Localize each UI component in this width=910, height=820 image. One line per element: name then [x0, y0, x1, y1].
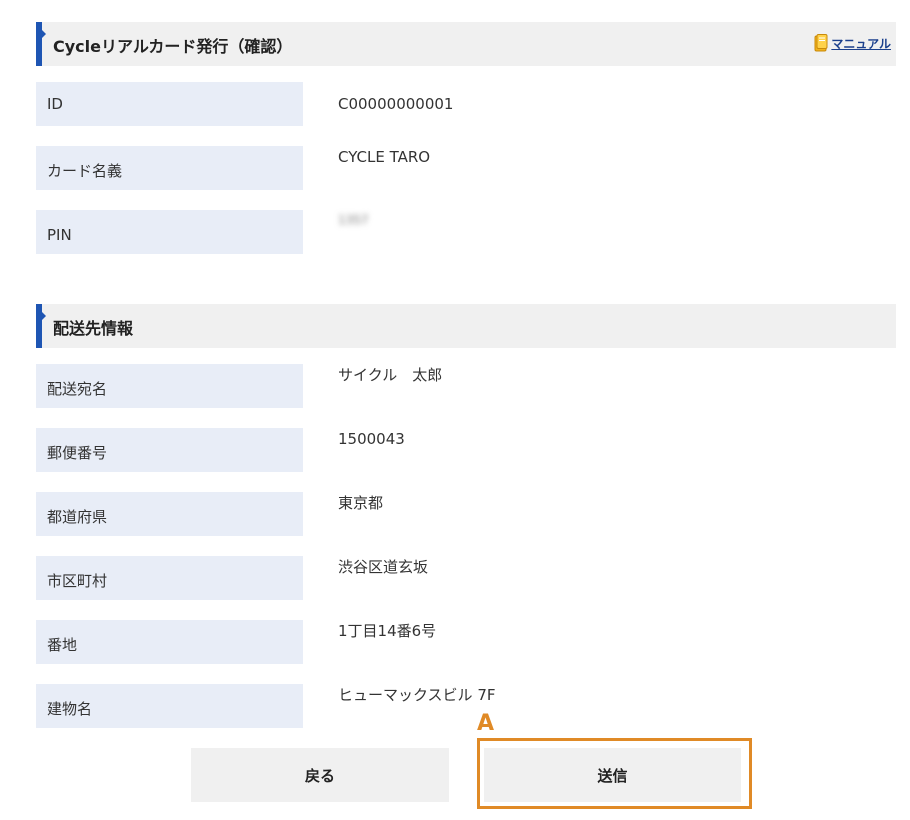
shipping-row-building: 建物名 ヒューマックスビル 7F [36, 684, 896, 728]
annotation-label: A [477, 711, 495, 736]
row-value: 1丁目14番6号 [338, 622, 437, 640]
row-value: 1500043 [338, 430, 405, 448]
row-label: 都道府県 [36, 492, 303, 536]
row-label: カード名義 [36, 146, 303, 190]
row-value: CYCLE TARO [338, 148, 431, 166]
row-value: 東京都 [338, 494, 384, 512]
manual-link[interactable]: マニュアル [814, 34, 891, 52]
shipping-section-title: 配送先情報 [53, 319, 134, 338]
pin-value-masked: 1357 [338, 213, 369, 227]
info-row-id: ID C00000000001 [36, 82, 896, 126]
row-label: 建物名 [36, 684, 303, 728]
row-label: ID [36, 82, 303, 126]
info-row-pin: PIN 1357 [36, 210, 896, 254]
back-button[interactable]: 戻る [191, 748, 449, 802]
shipping-row-recipient: 配送宛名 サイクル 太郎 [36, 364, 896, 408]
row-label: 市区町村 [36, 556, 303, 600]
card-section-header: Cycleリアルカード発行（確認） マニュアル [36, 22, 896, 66]
row-value: C00000000001 [338, 95, 454, 113]
page: Cycleリアルカード発行（確認） マニュアル ID C00000000001 … [0, 0, 910, 820]
annotation-highlight-box [477, 738, 752, 809]
row-value: ヒューマックスビル 7F [338, 686, 496, 704]
shipping-section-header: 配送先情報 [36, 304, 896, 348]
row-label: PIN [36, 210, 303, 254]
row-label: 番地 [36, 620, 303, 664]
info-row-card-name: カード名義 CYCLE TARO [36, 146, 896, 190]
row-label: 郵便番号 [36, 428, 303, 472]
section-accent-bar [36, 304, 46, 348]
section-accent-bar [36, 22, 46, 66]
manual-book-icon [814, 34, 828, 52]
shipping-row-postal-code: 郵便番号 1500043 [36, 428, 896, 472]
manual-link-label: マニュアル [831, 36, 891, 51]
shipping-row-prefecture: 都道府県 東京都 [36, 492, 896, 536]
card-section-title: Cycleリアルカード発行（確認） [53, 37, 293, 56]
row-value: サイクル 太郎 [338, 366, 443, 384]
shipping-row-city: 市区町村 渋谷区道玄坂 [36, 556, 896, 600]
shipping-row-street: 番地 1丁目14番6号 [36, 620, 896, 664]
row-value: 渋谷区道玄坂 [338, 558, 429, 576]
row-label: 配送宛名 [36, 364, 303, 408]
